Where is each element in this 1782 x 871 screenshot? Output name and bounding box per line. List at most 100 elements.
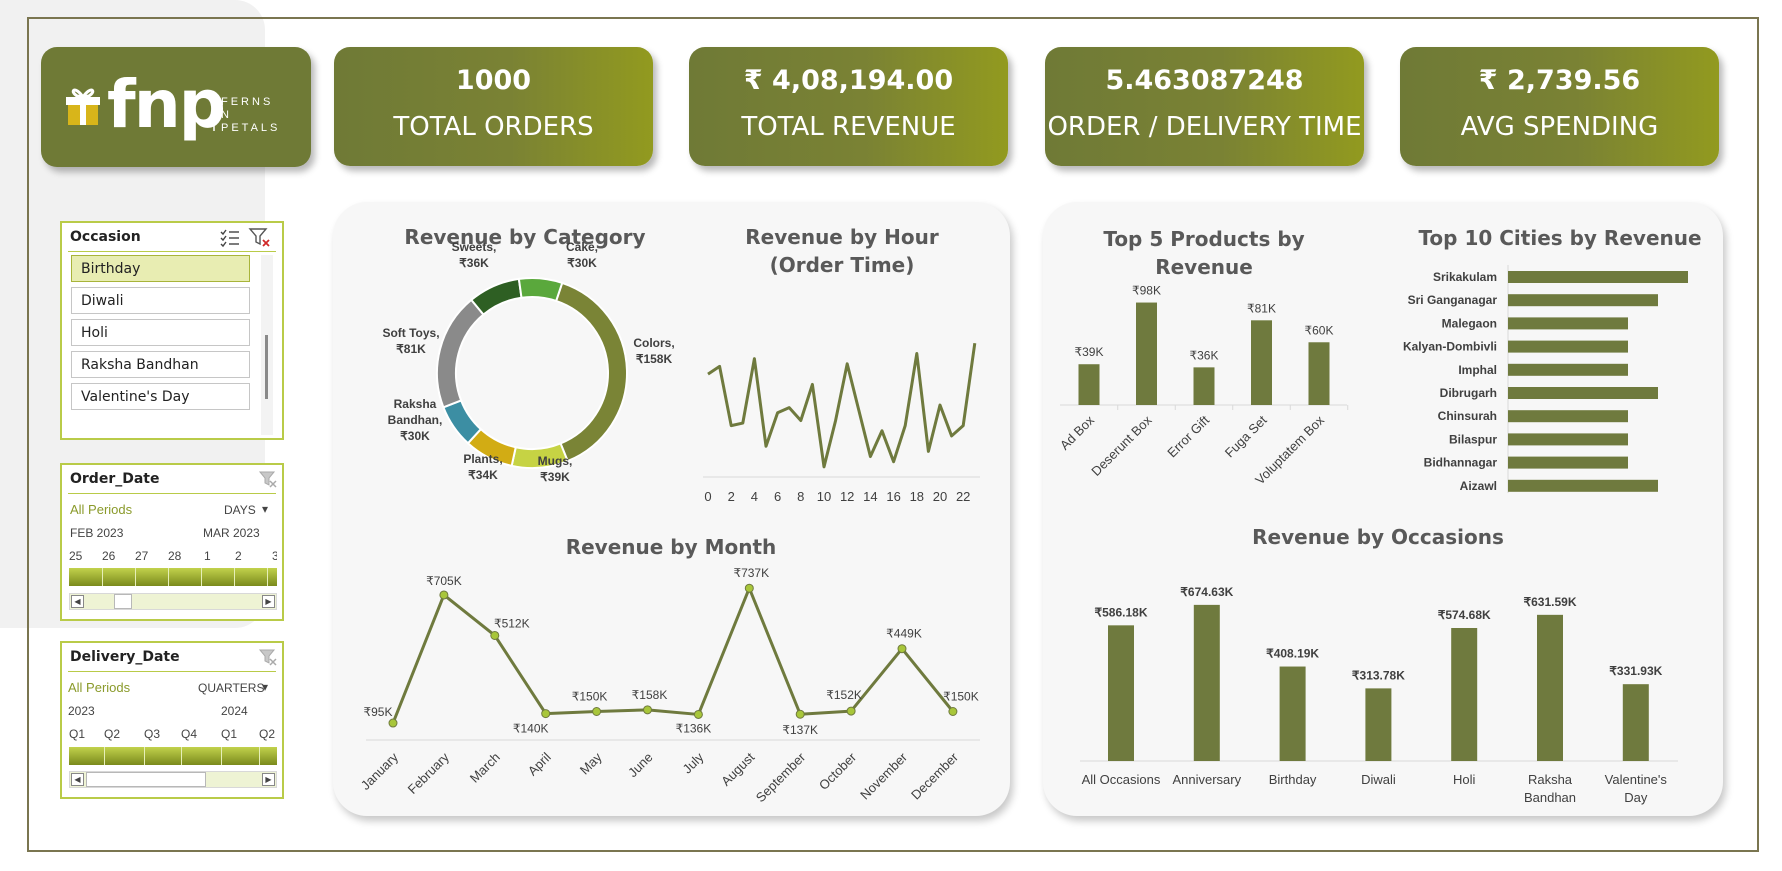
series-line bbox=[391, 586, 955, 724]
data-label: ₹313.78K bbox=[1352, 668, 1405, 682]
x-tick-label: June bbox=[625, 750, 656, 781]
data-point bbox=[846, 706, 856, 716]
bar bbox=[1508, 294, 1658, 307]
bar bbox=[1251, 320, 1272, 405]
data-label: ₹81K bbox=[1247, 301, 1276, 315]
bar bbox=[1508, 456, 1628, 469]
x-tick-label: Diwali bbox=[1361, 772, 1396, 787]
x-tick-label: Raksha Bandhan bbox=[1524, 772, 1576, 805]
data-point bbox=[592, 707, 602, 716]
revenue-by-hour-chart: Revenue by Hour (Order Time) 0 2 4 6 8 10 12 14 16… bbox=[703, 225, 980, 504]
charts-layer: Revenue by Category Colors, ₹158K Mugs, ₹39K… bbox=[358, 225, 1702, 805]
x-tick-label: 12 bbox=[840, 489, 854, 504]
x-tick-label: 2 bbox=[728, 489, 735, 504]
x-tick-label: 18 bbox=[910, 489, 924, 504]
x-tick-label: Holi bbox=[1453, 772, 1476, 787]
x-tick-label: Error Gift bbox=[1164, 412, 1212, 460]
revenue-by-month-chart: Revenue by Month ₹95K January ₹705K February… bbox=[358, 535, 980, 805]
bar bbox=[1508, 340, 1628, 353]
x-tick-label: September bbox=[753, 749, 809, 805]
bar bbox=[1451, 628, 1478, 761]
bar bbox=[1508, 271, 1688, 283]
data-label: ₹631.59K bbox=[1523, 595, 1576, 609]
x-tick-label: 6 bbox=[774, 489, 781, 504]
y-tick-label: Kalyan-Dombivli bbox=[1403, 340, 1497, 354]
data-point bbox=[541, 709, 551, 719]
bar bbox=[1108, 625, 1134, 761]
x-tick-label: December bbox=[908, 749, 961, 802]
y-tick-label: Malegaon bbox=[1442, 316, 1497, 330]
x-tick-label: 22 bbox=[956, 489, 970, 504]
chart-title: Revenue by Occasions bbox=[1252, 525, 1504, 549]
bar bbox=[1537, 614, 1563, 761]
y-tick-label: Sri Ganganagar bbox=[1408, 293, 1498, 307]
bar bbox=[1508, 433, 1628, 446]
x-tick-label: April bbox=[525, 749, 554, 778]
revenue-by-category-chart: Revenue by Category Colors, ₹158K Mugs, ₹39K… bbox=[382, 225, 674, 484]
y-tick-label: Chinsurah bbox=[1438, 409, 1497, 423]
bar bbox=[1622, 684, 1649, 761]
bar bbox=[1508, 317, 1628, 330]
x-tick-label: Deserunt Box bbox=[1088, 412, 1155, 479]
data-label: ₹98K bbox=[1132, 284, 1161, 298]
bar bbox=[1193, 604, 1220, 761]
top-products-chart: Top 5 Products by Revenue ₹39K Ad Box ₹98K De… bbox=[1057, 227, 1349, 488]
data-label: ₹60K bbox=[1305, 323, 1334, 337]
x-tick-label: January bbox=[358, 749, 402, 793]
bar bbox=[1136, 302, 1157, 405]
data-label: ₹586.18K bbox=[1094, 605, 1147, 619]
bar bbox=[1308, 342, 1330, 405]
data-point bbox=[897, 644, 907, 654]
data-label: ₹95K bbox=[364, 705, 393, 719]
data-point bbox=[693, 709, 703, 719]
x-tick-label: July bbox=[680, 749, 707, 776]
data-label: ₹512K bbox=[494, 616, 530, 630]
data-label: ₹150K bbox=[943, 690, 979, 704]
bar bbox=[1508, 387, 1658, 399]
data-label: Soft Toys, ₹81K bbox=[382, 326, 439, 356]
data-label: ₹136K bbox=[676, 721, 712, 735]
y-tick-label: Srikakulam bbox=[1433, 270, 1497, 284]
bar bbox=[1078, 364, 1100, 405]
donut-slice-soft-toys bbox=[436, 298, 485, 409]
data-label: ₹705K bbox=[426, 574, 462, 588]
data-label: ₹449K bbox=[886, 627, 922, 641]
chart-title: Revenue by Category bbox=[404, 225, 645, 249]
data-label: ₹737K bbox=[733, 566, 769, 580]
donut-slice-raksha-bandhan bbox=[442, 399, 483, 445]
chart-title: Top 5 Products by Revenue bbox=[1103, 227, 1304, 279]
data-label: Sweets, ₹36K bbox=[452, 240, 497, 270]
y-tick-label: Dibrugarh bbox=[1440, 386, 1497, 400]
x-tick-label: 8 bbox=[797, 489, 804, 504]
chart-title: Revenue by Hour (Order Time) bbox=[745, 225, 939, 277]
x-tick-label: Birthday bbox=[1269, 772, 1317, 787]
x-tick-label: 4 bbox=[751, 489, 758, 504]
bar bbox=[1508, 410, 1628, 423]
y-tick-label: Bidhannagar bbox=[1424, 456, 1498, 470]
donut-slice-cake bbox=[517, 277, 564, 303]
x-tick-label: 20 bbox=[933, 489, 947, 504]
data-point bbox=[388, 718, 398, 728]
data-label: ₹137K bbox=[782, 723, 818, 737]
bar bbox=[1508, 363, 1628, 376]
x-tick-label: Anniversary bbox=[1172, 772, 1241, 787]
data-point bbox=[744, 583, 754, 593]
x-tick-label: 14 bbox=[863, 489, 877, 504]
data-label: Raksha Bandhan, ₹30K bbox=[388, 397, 443, 443]
data-label: ₹36K bbox=[1190, 348, 1219, 362]
top-cities-chart: Top 10 Cities by Revenue Srikakulam Sri Ga… bbox=[1403, 226, 1702, 493]
data-label: Plants, ₹34K bbox=[463, 452, 502, 482]
data-label: Colors, ₹158K bbox=[633, 336, 674, 366]
data-label: ₹574.68K bbox=[1438, 608, 1491, 622]
data-label: ₹39K bbox=[1075, 345, 1104, 359]
data-point bbox=[490, 630, 500, 640]
data-point bbox=[643, 705, 652, 715]
data-point bbox=[948, 707, 958, 716]
x-tick-label: 10 bbox=[817, 489, 831, 504]
data-label: Cake, ₹30K bbox=[566, 240, 598, 270]
data-label: ₹150K bbox=[572, 690, 608, 704]
bar bbox=[1279, 666, 1306, 761]
x-tick-label: May bbox=[577, 749, 605, 777]
x-tick-label: 0 bbox=[704, 489, 711, 504]
data-label: ₹140K bbox=[513, 722, 549, 736]
